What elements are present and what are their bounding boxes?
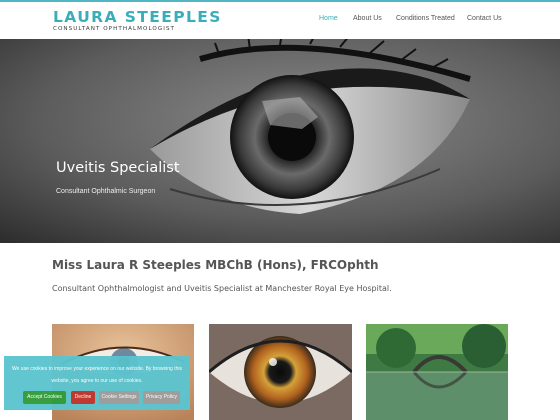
decline-button[interactable]: Decline [71,391,95,404]
cookie-banner: We use cookies to improve your experienc… [4,356,190,410]
cookie-settings-button[interactable]: Cookie Settings [99,391,139,404]
accept-cookies-button[interactable]: Accept Cookies [23,391,66,404]
card-image-iris[interactable] [209,324,352,420]
hero-eye-image [0,39,560,243]
nav-item-about-us[interactable]: About Us [353,15,382,22]
hero-title: Uveitis Specialist [56,160,180,176]
intro-text: Consultant Ophthalmologist and Uveitis S… [52,284,392,293]
site-header: LAURA STEEPLES CONSULTANT OPHTHALMOLOGIS… [0,2,560,39]
intro-heading: Miss Laura R Steeples MBChB (Hons), FRCO… [52,258,379,272]
nav-item-conditions-treated[interactable]: Conditions Treated [396,15,455,22]
cookie-message: We use cookies to improve your experienc… [12,366,182,384]
nav-item-contact-us[interactable]: Contact Us [467,15,502,22]
card-image-bridge-landscape[interactable] [366,324,508,420]
privacy-policy-button[interactable]: Privacy Policy [143,391,180,404]
hero-subtitle: Consultant Ophthalmic Surgeon [56,188,156,195]
hero-banner: Uveitis Specialist Consultant Ophthalmic… [0,39,560,243]
main-nav: Home About Us Conditions Treated Contact… [0,15,560,27]
nav-item-home[interactable]: Home [319,15,338,22]
